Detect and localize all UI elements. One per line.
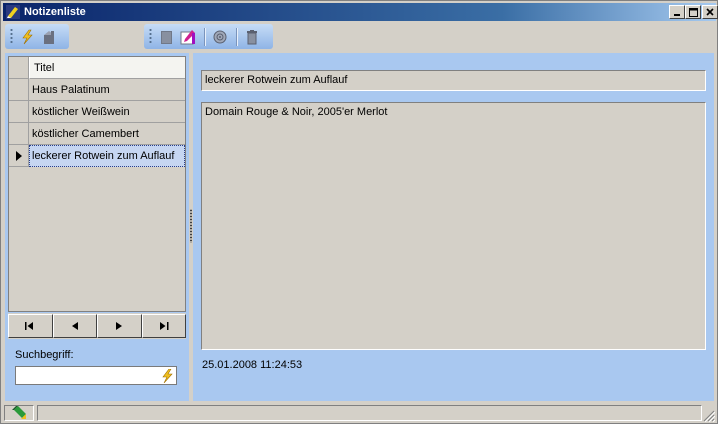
maximize-icon <box>688 7 698 17</box>
close-icon <box>706 8 714 16</box>
table-row[interactable]: Haus Palatinum <box>9 79 185 101</box>
stack-icon <box>44 30 54 44</box>
minimize-icon <box>674 14 680 16</box>
row-title-cell-selected[interactable]: leckerer Rotwein zum Auflauf <box>29 145 185 167</box>
note-icon <box>161 30 172 44</box>
edit-button[interactable] <box>178 27 198 47</box>
table-row-selected[interactable]: leckerer Rotwein zum Auflauf <box>9 145 185 167</box>
status-text <box>37 405 702 421</box>
status-icon-cell <box>4 405 34 421</box>
search-field <box>15 366 177 385</box>
search-label: Suchbegriff: <box>15 349 74 361</box>
note-detail-panel: leckerer Rotwein zum Auflauf Domain Roug… <box>193 53 714 401</box>
search-button[interactable] <box>159 368 175 383</box>
toolbar-group-main <box>5 24 69 49</box>
app-window: Notizenliste Titel Haus Palatinum köstli… <box>0 0 718 424</box>
note-timestamp: 25.01.2008 11:24:53 <box>202 359 303 371</box>
next-record-button[interactable] <box>97 314 142 338</box>
delete-button[interactable] <box>242 27 262 47</box>
resize-grip-icon[interactable] <box>703 410 715 422</box>
search-input[interactable] <box>16 367 160 384</box>
first-record-button[interactable] <box>8 314 53 338</box>
previous-record-icon <box>71 322 78 330</box>
column-header-title[interactable]: Titel <box>29 57 185 79</box>
row-indicator[interactable] <box>9 101 29 123</box>
record-navigator <box>8 313 186 339</box>
row-indicator[interactable] <box>9 79 29 101</box>
notes-grid[interactable]: Titel Haus Palatinum köstlicher Weißwein… <box>8 56 186 312</box>
trash-icon <box>247 29 257 44</box>
pin-button[interactable] <box>210 27 230 47</box>
last-record-icon <box>159 322 169 330</box>
table-row[interactable]: köstlicher Camembert <box>9 123 185 145</box>
pencil-status-icon <box>12 406 26 419</box>
last-record-button[interactable] <box>141 314 186 338</box>
header-row-indicator <box>9 57 29 79</box>
toolbar-separator <box>204 27 206 46</box>
window-title: Notizenliste <box>24 6 86 18</box>
row-title-cell[interactable]: Haus Palatinum <box>29 79 185 101</box>
app-icon <box>6 5 20 19</box>
note-body-textarea[interactable]: Domain Rouge & Noir, 2005'er Merlot <box>201 102 706 350</box>
title-bar[interactable]: Notizenliste <box>3 3 718 21</box>
maximize-button[interactable] <box>685 5 701 19</box>
toolbar-grip[interactable] <box>10 28 13 45</box>
previous-record-button[interactable] <box>52 314 97 338</box>
toolbar-grip-2[interactable] <box>149 28 152 45</box>
notes-list-panel: Titel Haus Palatinum köstlicher Weißwein… <box>5 53 189 401</box>
notes-stack-button[interactable] <box>39 27 59 47</box>
toolbar-separator-2 <box>236 27 238 46</box>
note-button[interactable] <box>156 27 176 47</box>
status-bar <box>3 403 716 423</box>
row-title-cell[interactable]: köstlicher Camembert <box>29 123 185 145</box>
toolbar-group-edit <box>144 24 273 49</box>
lightning-icon <box>162 368 173 383</box>
table-row[interactable]: köstlicher Weißwein <box>9 101 185 123</box>
edit-pencil-icon <box>180 29 195 44</box>
current-row-arrow-icon <box>15 150 22 161</box>
new-note-button[interactable] <box>17 27 37 47</box>
toolbar <box>3 22 716 51</box>
note-title-field[interactable]: leckerer Rotwein zum Auflauf <box>201 70 706 91</box>
lightning-icon <box>22 29 33 44</box>
row-title-cell[interactable]: köstlicher Weißwein <box>29 101 185 123</box>
pin-icon <box>213 30 227 43</box>
row-indicator-current[interactable] <box>9 145 29 167</box>
close-button[interactable] <box>702 5 718 19</box>
first-record-icon <box>25 322 34 330</box>
grid-header: Titel <box>9 57 185 79</box>
minimize-button[interactable] <box>669 5 685 19</box>
next-record-icon <box>116 322 123 330</box>
row-indicator[interactable] <box>9 123 29 145</box>
splitter-grip <box>190 209 192 243</box>
